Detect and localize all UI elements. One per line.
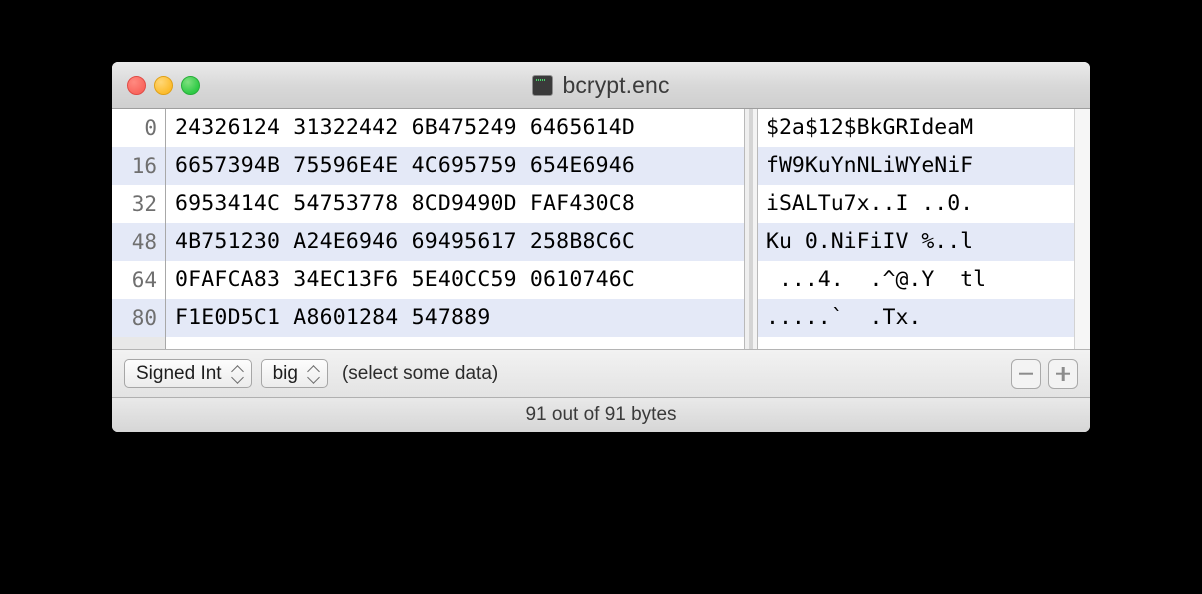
offset-gutter: 0 16 32 48 64 80 bbox=[112, 109, 166, 349]
chevron-updown-icon bbox=[308, 364, 321, 384]
hex-row[interactable]: 24326124 31322442 6B475249 6465614D bbox=[166, 109, 744, 147]
offset-label: 48 bbox=[112, 223, 165, 261]
pane-splitter[interactable] bbox=[744, 109, 758, 349]
window-traffic-lights bbox=[127, 76, 200, 95]
ascii-column-pane[interactable]: $2a$12$BkGRIdeaM fW9KuYnNLiWYeNiF iSALTu… bbox=[758, 109, 1074, 349]
offset-label: 0 bbox=[112, 109, 165, 147]
status-bar: 91 out of 91 bytes bbox=[112, 398, 1090, 432]
offset-label: 80 bbox=[112, 299, 165, 337]
terminal-document-icon bbox=[532, 75, 553, 96]
offset-label: 16 bbox=[112, 147, 165, 185]
hex-row[interactable]: 6953414C 54753778 8CD9490D FAF430C8 bbox=[166, 185, 744, 223]
hex-row[interactable]: 6657394B 75596E4E 4C695759 654E6946 bbox=[166, 147, 744, 185]
endianness-value: big bbox=[273, 363, 298, 385]
ascii-row[interactable]: ...4. .^@.Y tl bbox=[758, 261, 1074, 299]
ascii-row[interactable]: iSALTu7x..I ..0. bbox=[758, 185, 1074, 223]
window-title: bcrypt.enc bbox=[562, 72, 669, 99]
byte-count-label: 91 out of 91 bytes bbox=[525, 404, 676, 426]
data-type-value: Signed Int bbox=[136, 363, 222, 385]
ascii-row[interactable]: Ku 0.NiFiIV %..l bbox=[758, 223, 1074, 261]
selection-hint: (select some data) bbox=[342, 363, 498, 385]
window-titlebar[interactable]: bcrypt.enc bbox=[112, 62, 1090, 109]
offset-label: 32 bbox=[112, 185, 165, 223]
offset-label: 64 bbox=[112, 261, 165, 299]
hex-row[interactable]: F1E0D5C1 A8601284 547889 bbox=[166, 299, 744, 337]
endianness-select[interactable]: big bbox=[261, 359, 328, 388]
hex-editor-body: 0 16 32 48 64 80 24326124 31322442 6B475… bbox=[112, 109, 1090, 350]
ascii-row[interactable]: fW9KuYnNLiWYeNiF bbox=[758, 147, 1074, 185]
hex-row[interactable]: 4B751230 A24E6946 69495617 258B8C6C bbox=[166, 223, 744, 261]
hex-row[interactable]: 0FAFCA83 34EC13F6 5E40CC59 0610746C bbox=[166, 261, 744, 299]
window-title-group: bcrypt.enc bbox=[112, 72, 1090, 99]
hex-column-pane[interactable]: 24326124 31322442 6B475249 6465614D 6657… bbox=[166, 109, 744, 349]
ascii-row[interactable]: .....` .Tx. bbox=[758, 299, 1074, 337]
minimize-button[interactable] bbox=[154, 76, 173, 95]
stepper-group bbox=[1011, 359, 1078, 389]
plus-icon-button[interactable] bbox=[1048, 359, 1078, 389]
minus-icon-button[interactable] bbox=[1011, 359, 1041, 389]
close-button[interactable] bbox=[127, 76, 146, 95]
data-type-select[interactable]: Signed Int bbox=[124, 359, 252, 388]
hex-editor-window: bcrypt.enc 0 16 32 48 64 80 24326124 313… bbox=[112, 62, 1090, 432]
chevron-updown-icon bbox=[232, 364, 245, 384]
zoom-button[interactable] bbox=[181, 76, 200, 95]
vertical-scrollbar[interactable] bbox=[1074, 109, 1090, 349]
ascii-row[interactable]: $2a$12$BkGRIdeaM bbox=[758, 109, 1074, 147]
inspector-toolbar: Signed Int big (select some data) bbox=[112, 350, 1090, 398]
